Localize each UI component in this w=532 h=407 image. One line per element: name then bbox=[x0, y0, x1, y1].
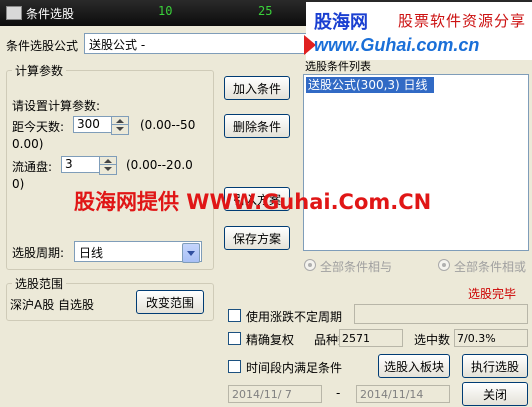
watermark-logo: 股海网 股票软件资源分享 www.Guhai.com.cn bbox=[304, 2, 532, 60]
days-value: 300 bbox=[77, 117, 100, 131]
watermark-url: www.Guhai.com.cn bbox=[314, 35, 480, 55]
days-label: 距今天数: bbox=[12, 120, 65, 134]
params-group-label: 计算参数 bbox=[12, 62, 67, 79]
count-field: 2571 bbox=[339, 329, 403, 347]
days-range: (0.00--50 bbox=[140, 118, 196, 132]
watermark-overlay: 股海网提供 WWW.Guhai.Com.CN bbox=[74, 190, 432, 214]
time-condition-label: 时间段内满足条件 bbox=[246, 361, 343, 375]
period-value: 日线 bbox=[79, 246, 104, 260]
save-plan-button[interactable]: 保存方案 bbox=[224, 226, 290, 250]
precise-rights-label: 精确复权 bbox=[246, 333, 295, 347]
days-input[interactable]: 300 bbox=[73, 116, 129, 135]
uncertain-period-field[interactable] bbox=[354, 304, 528, 324]
condition-list-label: 选股条件列表 bbox=[305, 60, 371, 73]
add-condition-button[interactable]: 加入条件 bbox=[224, 76, 290, 100]
float-spinner[interactable] bbox=[99, 156, 117, 175]
ticker-value: 10 bbox=[158, 4, 173, 18]
execute-button[interactable]: 执行选股 bbox=[462, 354, 528, 378]
chevron-down-icon[interactable] bbox=[182, 243, 200, 263]
formula-select[interactable]: 送股公式 - bbox=[84, 33, 310, 54]
and-radio[interactable] bbox=[304, 259, 316, 271]
date-from-input[interactable]: 2014/11/ 7 bbox=[228, 385, 322, 403]
or-radio[interactable] bbox=[438, 259, 450, 271]
days-range-cont: 0.00) bbox=[12, 137, 44, 151]
float-label: 流通盘: bbox=[12, 160, 53, 174]
app-icon bbox=[6, 6, 22, 20]
add-to-block-button[interactable]: 选股入板块 bbox=[378, 354, 450, 378]
uncertain-period-label: 使用涨跌不定周期 bbox=[246, 310, 343, 324]
change-scope-button[interactable]: 改变范围 bbox=[136, 290, 204, 314]
count-value: 2571 bbox=[342, 332, 370, 345]
date-to-value: 2014/11/14 bbox=[360, 388, 424, 401]
selected-field: 7/0.3% bbox=[454, 329, 528, 347]
float-value: 3 bbox=[65, 157, 73, 171]
scope-value: 深沪A股 自选股 bbox=[10, 298, 95, 312]
window-title: 条件选股 bbox=[26, 7, 75, 21]
period-select[interactable]: 日线 bbox=[74, 241, 202, 263]
selected-value: 7/0.3% bbox=[457, 332, 496, 345]
time-condition-checkbox[interactable] bbox=[228, 360, 241, 373]
date-to-input[interactable]: 2014/11/14 bbox=[356, 385, 450, 403]
selected-label: 选中数 bbox=[414, 333, 451, 347]
list-item[interactable]: 送股公式(300,3) 日线 bbox=[306, 77, 434, 93]
watermark-slogan: 股票软件资源分享 bbox=[398, 12, 527, 30]
scope-group-label: 选股范围 bbox=[12, 275, 67, 292]
float-range: (0.00--20.0 bbox=[126, 158, 193, 172]
status-text: 选股完毕 bbox=[468, 287, 517, 301]
days-spinner[interactable] bbox=[111, 116, 129, 135]
params-prompt: 请设置计算参数: bbox=[12, 99, 101, 113]
formula-value: 送股公式 - bbox=[89, 38, 146, 52]
watermark-brand: 股海网 bbox=[314, 12, 368, 33]
date-from-value: 2014/11/ 7 bbox=[232, 388, 292, 401]
formula-label: 条件选股公式 bbox=[6, 39, 79, 53]
float-input[interactable]: 3 bbox=[61, 156, 117, 175]
date-separator: - bbox=[336, 386, 341, 400]
period-label: 选股周期: bbox=[12, 246, 65, 260]
and-label: 全部条件相与 bbox=[320, 260, 393, 274]
float-range-cont: 0) bbox=[12, 177, 25, 191]
ticker-value: 25 bbox=[258, 4, 273, 18]
delete-condition-button[interactable]: 删除条件 bbox=[224, 114, 290, 138]
or-label: 全部条件相或 bbox=[454, 260, 527, 274]
uncertain-period-checkbox[interactable] bbox=[228, 309, 241, 322]
close-button[interactable]: 关闭 bbox=[462, 382, 528, 406]
condition-list[interactable]: 送股公式(300,3) 日线 bbox=[303, 74, 529, 251]
precise-rights-checkbox[interactable] bbox=[228, 332, 241, 345]
